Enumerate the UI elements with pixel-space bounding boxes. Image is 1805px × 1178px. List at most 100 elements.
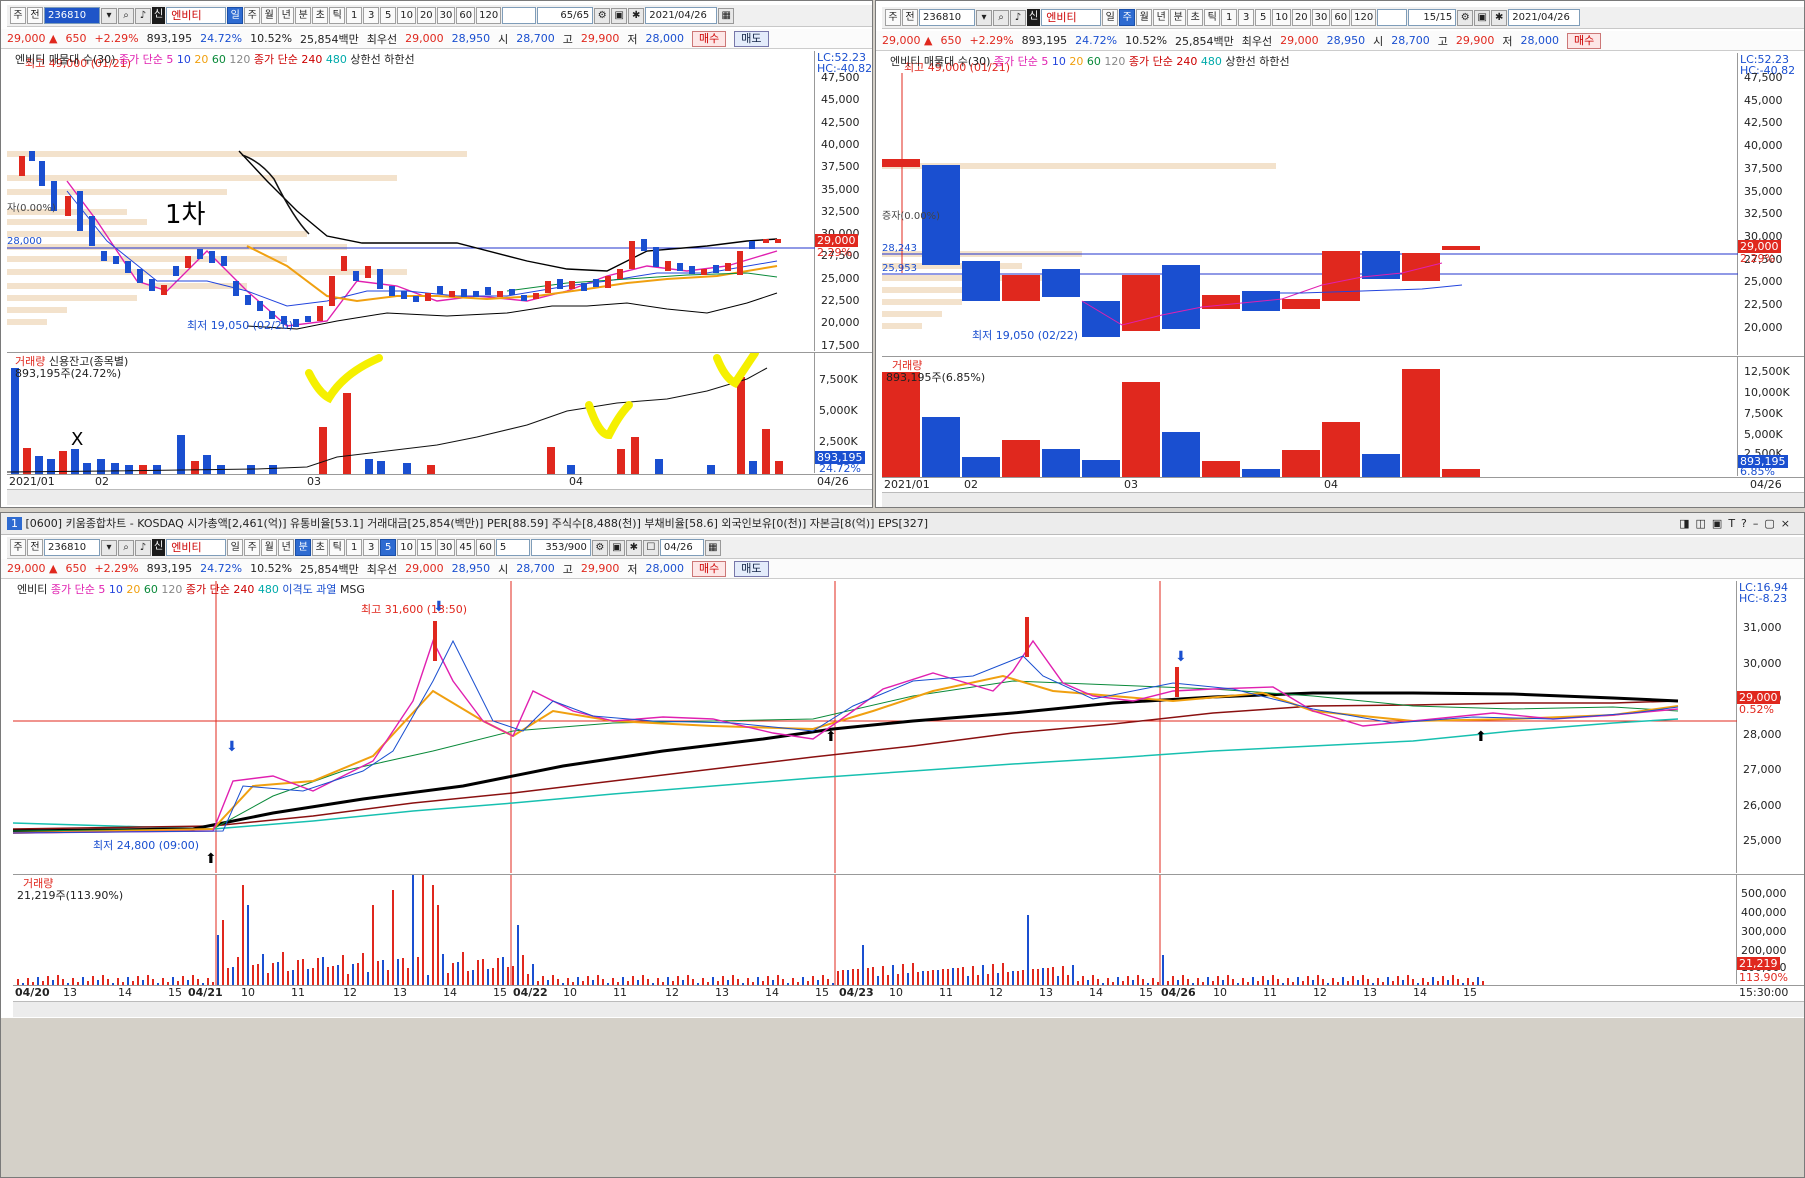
save-icon[interactable]: ▣	[608, 539, 625, 556]
tab-month[interactable]: 월	[1136, 9, 1153, 26]
weekly-scrollbar[interactable]	[882, 492, 1804, 507]
gear-icon[interactable]: ✱	[628, 7, 645, 24]
tab-week[interactable]: 주	[244, 7, 261, 24]
speaker-icon[interactable]: ♪	[135, 539, 151, 556]
tab-year[interactable]: 년	[278, 539, 295, 556]
daily-scrollbar[interactable]	[7, 489, 872, 505]
weekly-volume-plot[interactable]: 거래량 893,195주(6.85%)	[882, 356, 1738, 477]
num-5[interactable]: 5	[380, 7, 397, 24]
num-45[interactable]: 45	[456, 539, 476, 556]
settings-icon[interactable]: ⚙	[594, 7, 611, 24]
settings-icon[interactable]: ⚙	[1457, 9, 1474, 26]
num-10[interactable]: 10	[397, 7, 416, 24]
prev-button[interactable]: 전	[27, 7, 43, 24]
window-controls[interactable]: ◨◫▣T?–▢×	[1679, 513, 1796, 535]
minute-price-plot[interactable]: ⬆ ⬆ ⬆ ⬇ ⬇ ⬇ 최고 31,600 (13:50) 최저 24,800 …	[12, 581, 1737, 873]
market-button[interactable]: 주	[10, 7, 26, 24]
code-input[interactable]: 236810	[44, 539, 100, 556]
tab-month[interactable]: 월	[261, 7, 278, 24]
speaker-icon[interactable]: ♪	[135, 7, 151, 24]
interval-input[interactable]: 5	[495, 539, 530, 556]
code-input[interactable]: 236810	[44, 7, 100, 24]
num-1[interactable]: 1	[1221, 9, 1238, 26]
buy-button[interactable]: 매수	[692, 30, 727, 47]
market-button[interactable]: 주	[10, 539, 26, 556]
num-10[interactable]: 10	[1272, 9, 1291, 26]
num-120[interactable]: 120	[476, 7, 502, 24]
gear-icon[interactable]: ✱	[625, 539, 642, 556]
settings-icon[interactable]: ⚙	[591, 539, 608, 556]
num-60[interactable]: 60	[456, 7, 476, 24]
tab-tick[interactable]: 틱	[329, 7, 346, 24]
tab-second[interactable]: 초	[312, 7, 329, 24]
gear-icon[interactable]: ✱	[1491, 9, 1508, 26]
save-icon[interactable]: ▣	[1474, 9, 1491, 26]
count-field[interactable]: 353/900	[530, 539, 591, 556]
stock-name-field[interactable]: 엔비티	[1041, 9, 1102, 26]
date-field[interactable]: 2021/04/26	[1508, 9, 1581, 26]
tab-day[interactable]: 일	[1102, 9, 1119, 26]
calendar-icon[interactable]: ▦	[704, 539, 721, 556]
tab-day[interactable]: 일	[227, 539, 244, 556]
date-field[interactable]: 04/26	[659, 539, 704, 556]
tab-year[interactable]: 년	[278, 7, 295, 24]
num-10[interactable]: 10	[397, 539, 416, 556]
minute-scrollbar[interactable]	[13, 1001, 1804, 1017]
count-field[interactable]: 15/15	[1408, 9, 1457, 26]
daily-volume-plot[interactable]: X 거래량 신용잔고(종목별) 893,195주(24.72%)	[6, 349, 815, 474]
num-30[interactable]: 30	[1311, 9, 1331, 26]
stock-name-field[interactable]: 엔비티	[166, 539, 227, 556]
tab-minute[interactable]: 분	[1170, 9, 1187, 26]
weekly-price-plot[interactable]: 최고 49,000 (01/21) 최저 19,050 (02/22) 증자(0…	[882, 53, 1738, 355]
checkbox-icon[interactable]: ☐	[642, 539, 659, 556]
num-1[interactable]: 1	[346, 539, 363, 556]
tab-minute[interactable]: 분	[295, 7, 312, 24]
num-3[interactable]: 3	[363, 539, 380, 556]
num-30[interactable]: 30	[436, 7, 456, 24]
sell-button[interactable]: 매도	[734, 30, 769, 47]
tab-second[interactable]: 초	[312, 539, 329, 556]
prev-button[interactable]: 전	[902, 9, 918, 26]
interval-input[interactable]	[502, 7, 537, 24]
dropdown-icon[interactable]: ▾	[101, 7, 117, 24]
tab-tick[interactable]: 틱	[329, 539, 346, 556]
buy-button[interactable]: 매수	[692, 560, 727, 577]
speaker-icon[interactable]: ♪	[1010, 9, 1026, 26]
calendar-icon[interactable]: ▦	[718, 7, 735, 24]
buy-button[interactable]: 매수	[1567, 32, 1602, 49]
minute-volume-plot[interactable]: 거래량 21,219주(113.90%)	[13, 867, 1737, 985]
num-5[interactable]: 5	[1255, 9, 1272, 26]
num-5[interactable]: 5	[380, 539, 397, 556]
num-1[interactable]: 1	[346, 7, 363, 24]
tab-tick[interactable]: 틱	[1204, 9, 1221, 26]
sell-button[interactable]: 매도	[734, 560, 769, 577]
search-icon[interactable]: ⌕	[993, 9, 1009, 26]
tab-day[interactable]: 일	[227, 7, 244, 24]
count-field[interactable]: 65/65	[537, 7, 594, 24]
num-60[interactable]: 60	[1331, 9, 1351, 26]
tab-minute[interactable]: 분	[295, 539, 312, 556]
num-3[interactable]: 3	[363, 7, 380, 24]
search-icon[interactable]: ⌕	[118, 539, 134, 556]
num-60[interactable]: 60	[476, 539, 495, 556]
code-input[interactable]: 236810	[919, 9, 975, 26]
interval-input[interactable]	[1377, 9, 1408, 26]
num-3[interactable]: 3	[1238, 9, 1255, 26]
num-30[interactable]: 30	[436, 539, 456, 556]
dropdown-icon[interactable]: ▾	[976, 9, 992, 26]
save-icon[interactable]: ▣	[611, 7, 628, 24]
tab-week[interactable]: 주	[244, 539, 261, 556]
num-15[interactable]: 15	[416, 539, 436, 556]
date-field[interactable]: 2021/04/26	[645, 7, 718, 24]
dropdown-icon[interactable]: ▾	[101, 539, 117, 556]
search-icon[interactable]: ⌕	[118, 7, 134, 24]
num-120[interactable]: 120	[1351, 9, 1377, 26]
market-button[interactable]: 주	[885, 9, 901, 26]
num-20[interactable]: 20	[1291, 9, 1311, 26]
prev-button[interactable]: 전	[27, 539, 43, 556]
tab-month[interactable]: 월	[261, 539, 278, 556]
tab-second[interactable]: 초	[1187, 9, 1204, 26]
tab-week[interactable]: 주	[1119, 9, 1136, 26]
num-20[interactable]: 20	[416, 7, 436, 24]
tab-year[interactable]: 년	[1153, 9, 1170, 26]
